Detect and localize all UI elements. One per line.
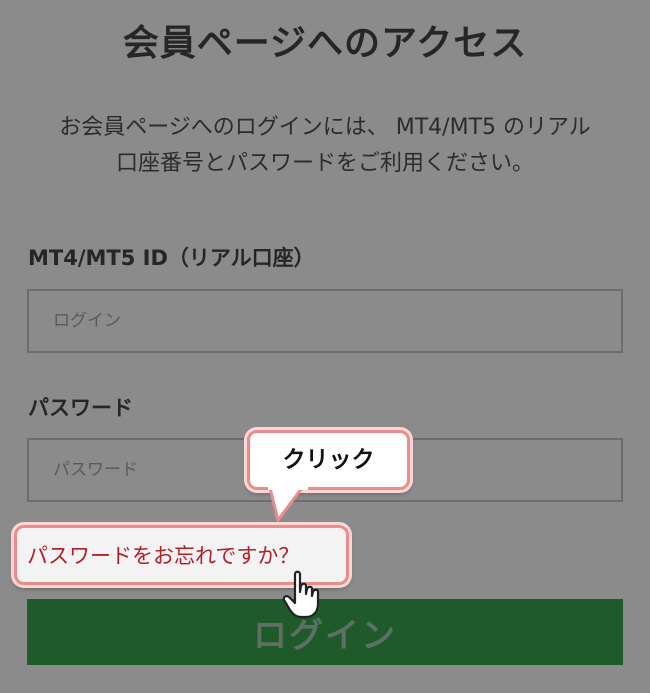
forgot-password-link[interactable]: パスワードをお忘れですか？ <box>27 540 299 570</box>
description-line-2: 口座番号とパスワードをご利用ください。 <box>115 151 534 176</box>
callout-tail <box>268 486 308 522</box>
password-label: パスワード <box>28 396 133 420</box>
login-button[interactable]: ログイン <box>27 599 623 665</box>
description: お会員ページへのログインには、 MT4/MT5 のリアル 口座番号とパスワードを… <box>20 110 630 182</box>
login-id-label: MT4/MT5 ID（リアル口座） <box>28 246 315 270</box>
page-title: 会員ページへのアクセス <box>122 23 528 64</box>
click-callout: クリック <box>247 430 410 490</box>
description-line-1: お会員ページへのログインには、 MT4/MT5 のリアル <box>59 115 591 140</box>
pointer-hand-icon <box>282 570 320 619</box>
login-id-input[interactable] <box>27 289 623 353</box>
